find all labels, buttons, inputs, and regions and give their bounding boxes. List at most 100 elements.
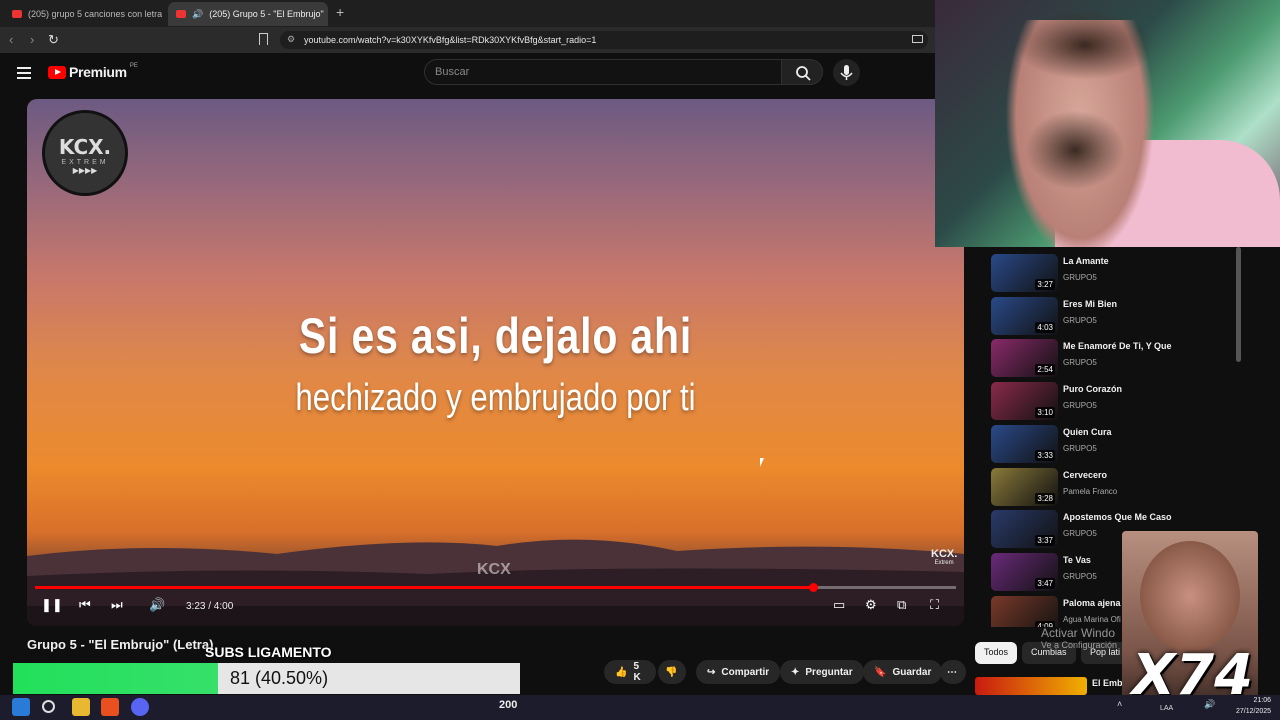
- logo-main-text: KCX.: [58, 135, 112, 159]
- video-duration: 3:33: [1035, 449, 1055, 461]
- tray-volume-icon[interactable]: 🔊: [1204, 699, 1215, 710]
- chip-todos[interactable]: Todos: [975, 642, 1018, 664]
- video-item-title: Cervecero: [1063, 469, 1108, 480]
- save-button[interactable]: 🔖 Guardar: [863, 660, 943, 684]
- video-duration: 3:37: [1035, 535, 1055, 547]
- fullscreen-icon[interactable]: ⛶: [930, 597, 939, 613]
- url-field[interactable]: ⚙ youtube.com/watch?v=k30XYKfvBfg&list=R…: [280, 31, 928, 49]
- outlook-icon[interactable]: [12, 698, 30, 716]
- progress-fill: [35, 586, 814, 589]
- subs-goal-fill: [13, 663, 219, 694]
- next-icon[interactable]: ⏭: [111, 597, 123, 613]
- sidebar-video-item[interactable]: 3:10 Puro Corazón GRUPO5: [991, 382, 1231, 422]
- sidebar-scrollbar[interactable]: [1236, 247, 1241, 362]
- video-thumbnail[interactable]: 2:54: [991, 339, 1058, 378]
- video-thumbnail[interactable]: 3:47: [991, 552, 1058, 591]
- sparkle-icon: ✦: [791, 666, 800, 678]
- video-thumbnail[interactable]: 4:03: [991, 296, 1058, 335]
- video-player[interactable]: KCX. EXTREM ▶▶▶▶ Si es asi, dejalo ahi h…: [27, 99, 964, 626]
- corner-watermark: KCX. Extrem: [931, 549, 957, 568]
- tab-label: (205) Grupo 5 - "El Embrujo": [209, 9, 324, 19]
- laughing-face-image: [1140, 541, 1240, 651]
- dislike-button[interactable]: 👎: [658, 660, 686, 684]
- time-display: 3:23 / 4:00: [186, 601, 234, 612]
- tab-video[interactable]: 🔊 (205) Grupo 5 - "El Embrujo" ✕: [168, 2, 328, 26]
- subtitles-icon[interactable]: ▭: [833, 597, 845, 613]
- windows-activation-watermark: Activar Windo Ve a Configuración: [1041, 626, 1117, 650]
- video-item-channel: GRUPO5: [1063, 529, 1097, 539]
- youtube-favicon-icon: [176, 10, 186, 18]
- voice-search-button[interactable]: [833, 59, 860, 86]
- meme-overlay: X74: [1122, 531, 1258, 706]
- previous-icon[interactable]: ⏮: [79, 597, 91, 613]
- pause-icon[interactable]: ❚❚: [41, 597, 63, 613]
- sidebar-video-item[interactable]: 3:27 La Amante GRUPO5: [991, 254, 1231, 294]
- video-item-title: Me Enamoré De Ti, Y Que: [1063, 341, 1172, 352]
- discord-icon[interactable]: [131, 698, 149, 716]
- like-button[interactable]: 👍 5 K: [604, 660, 656, 684]
- system-clock[interactable]: 21:06 27/12/2025: [1236, 695, 1271, 717]
- share-button[interactable]: ↪ Compartir: [696, 660, 781, 684]
- video-thumbnail[interactable]: 3:10: [991, 382, 1058, 421]
- url-text: youtube.com/watch?v=k30XYKfvBfg&list=RDk…: [304, 35, 597, 45]
- logo-text: Premium: [69, 64, 127, 80]
- subs-goal-text: 81 (40.50%): [230, 668, 329, 688]
- taskbar-search-icon[interactable]: [42, 700, 55, 713]
- mouse-cursor: [760, 458, 764, 467]
- sidebar-video-item[interactable]: 4:03 Eres Mi Bien GRUPO5: [991, 296, 1231, 337]
- search-placeholder: Buscar: [435, 66, 470, 78]
- center-watermark: KCX: [477, 561, 511, 578]
- search-button[interactable]: [781, 59, 823, 85]
- forward-icon[interactable]: ›: [30, 32, 34, 47]
- video-duration: 3:47: [1035, 577, 1055, 589]
- search-icon: [796, 66, 811, 81]
- language-indicator[interactable]: LAA: [1160, 705, 1173, 712]
- brave-browser-icon[interactable]: [101, 698, 119, 716]
- video-thumbnail[interactable]: 3:27: [991, 254, 1058, 292]
- back-icon[interactable]: ‹: [9, 32, 13, 47]
- video-thumbnail[interactable]: 3:28: [991, 467, 1058, 506]
- subs-goal-bar: 81 (40.50%): [13, 663, 520, 694]
- site-info-icon[interactable]: ⚙: [287, 34, 295, 45]
- video-item-channel: GRUPO5: [1063, 315, 1097, 325]
- sidebar-video-item[interactable]: 3:28 Cervecero Pamela Franco: [991, 467, 1231, 508]
- webcam-person-beard: [1025, 110, 1125, 190]
- more-actions-button[interactable]: ⋯: [940, 660, 966, 684]
- video-thumbnail[interactable]: 3:33: [991, 424, 1058, 463]
- youtube-premium-logo[interactable]: Premium PE: [48, 63, 138, 80]
- settings-icon[interactable]: ⚙: [865, 597, 877, 613]
- windows-taskbar: [0, 695, 1280, 720]
- search-input[interactable]: Buscar: [424, 59, 782, 85]
- video-duration: 3:27: [1035, 279, 1055, 290]
- lyric-line-2: hechizado y embrujado por ti: [295, 377, 696, 419]
- tab-search[interactable]: (205) grupo 5 canciones con letra - Y: [4, 2, 162, 26]
- file-explorer-icon[interactable]: [72, 698, 90, 716]
- video-thumbnail[interactable]: 4:09: [991, 595, 1058, 627]
- taskbar-counter: 200: [499, 699, 518, 711]
- tray-chevron-icon[interactable]: ˄: [1117, 699, 1122, 709]
- video-duration: 3:28: [1035, 492, 1055, 504]
- bookmark-icon: 🔖: [874, 666, 887, 678]
- corner-watermark-sub: Extrem: [934, 560, 954, 566]
- miniplayer-icon[interactable]: ⧉: [897, 597, 906, 613]
- menu-icon[interactable]: [17, 67, 31, 82]
- youtube-favicon-icon: [12, 10, 22, 18]
- tab-label: (205) grupo 5 canciones con letra - Y: [28, 9, 162, 19]
- share-icon: ↪: [707, 666, 716, 678]
- sidebar-video-item[interactable]: 2:54 Me Enamoré De Ti, Y Que GRUPO5: [991, 339, 1231, 379]
- video-item-channel: GRUPO5: [1063, 443, 1097, 453]
- sidebar-video-item[interactable]: 3:33 Quien Cura GRUPO5: [991, 424, 1231, 465]
- new-tab-button[interactable]: +: [336, 4, 344, 20]
- reload-icon[interactable]: ↻: [48, 32, 59, 48]
- ask-label: Preguntar: [805, 666, 853, 678]
- video-item-channel: GRUPO5: [1063, 571, 1097, 581]
- video-thumbnail[interactable]: 3:37: [991, 510, 1058, 549]
- next-video-thumbnail[interactable]: [975, 677, 1087, 695]
- video-item-title: Puro Corazón: [1063, 384, 1123, 395]
- video-item-channel: GRUPO5: [1063, 401, 1097, 411]
- volume-icon[interactable]: 🔊: [149, 597, 165, 613]
- ask-button[interactable]: ✦ Preguntar: [780, 660, 864, 684]
- lyric-line-1: Si es asi, dejalo ahi: [298, 308, 693, 364]
- cast-icon[interactable]: [912, 35, 923, 43]
- bookmark-icon[interactable]: [259, 33, 268, 45]
